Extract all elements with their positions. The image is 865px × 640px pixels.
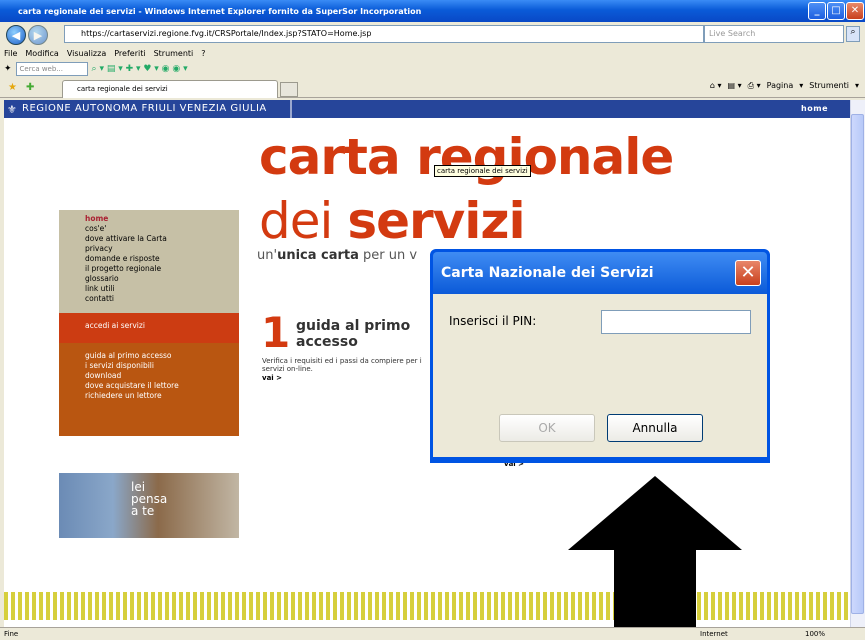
hero-title-dei: dei xyxy=(259,192,333,250)
menu-link-acquistare[interactable]: dove acquistare il lettore xyxy=(85,381,239,391)
menu-link-glossario[interactable]: glossario xyxy=(85,274,239,284)
favorites-star-icon[interactable]: ★ xyxy=(8,82,17,93)
menu-item-file[interactable]: File xyxy=(4,49,17,58)
menu-link-privacy[interactable]: privacy xyxy=(85,244,239,254)
command-bar: ⌂ ▾ ▤ ▾ ⎙ ▾ Pagina ▾ Strumenti ▾ xyxy=(709,81,859,91)
minimize-button[interactable]: _ xyxy=(808,2,826,20)
menu-link-contatti[interactable]: contatti xyxy=(85,294,239,304)
guide-description: Verifica i requisiti ed i passi da compi… xyxy=(262,357,422,373)
status-text: Fine xyxy=(4,630,19,638)
back-icon[interactable]: ◀ xyxy=(6,25,26,45)
pin-label: Inserisci il PIN: xyxy=(449,314,537,328)
live-search-input[interactable]: Live Search xyxy=(704,25,844,43)
close-button[interactable]: ✕ xyxy=(846,2,864,20)
address-bar[interactable]: https://cartaservizi.regione.fvg.it/CRSP… xyxy=(64,25,704,43)
maximize-button[interactable]: □ xyxy=(827,2,845,20)
menu-link-home[interactable]: home xyxy=(85,214,239,224)
web-search-input[interactable]: Cerca web... xyxy=(15,62,88,76)
hero-title-line1: carta regionale xyxy=(259,128,674,186)
menu-link-link-utili[interactable]: link utili xyxy=(85,284,239,294)
home-icon[interactable]: ⌂ ▾ xyxy=(710,81,722,91)
menu-link-guida[interactable]: guida al primo accesso xyxy=(85,351,239,361)
page-menu[interactable]: Pagina xyxy=(767,81,794,91)
subline-part-a: un' xyxy=(257,248,278,263)
info-menu: home cos'e' dove attivare la Carta priva… xyxy=(59,210,239,313)
add-favorites-icon[interactable]: ✚ xyxy=(26,82,34,93)
hero-subline: un'unica carta per un v xyxy=(257,248,417,263)
guide-title: guida al primo accesso xyxy=(296,318,411,350)
new-tab-button[interactable] xyxy=(280,82,298,97)
guide-vai-link[interactable]: vai > xyxy=(262,374,282,382)
menu-item-visualizza[interactable]: Visualizza xyxy=(67,49,106,58)
feeds-icon[interactable]: ▤ ▾ xyxy=(728,81,742,91)
dialog-titlebar: Carta Nazionale dei Servizi ✕ xyxy=(433,252,767,294)
zoom-level[interactable]: 100% xyxy=(805,628,825,640)
search-icon[interactable]: ⌕ xyxy=(846,26,860,42)
print-icon[interactable]: ⎙ ▾ xyxy=(748,81,761,91)
forward-icon[interactable]: ▶ xyxy=(28,25,48,45)
menu-item-preferiti[interactable]: Preferiti xyxy=(114,49,145,58)
window-title: carta regionale dei servizi - Windows In… xyxy=(0,0,865,22)
services-menu: guida al primo accesso i servizi disponi… xyxy=(59,343,239,436)
menu-link-progetto[interactable]: il progetto regionale xyxy=(85,264,239,274)
region-logo-icon: ⚜ xyxy=(7,103,18,116)
ok-button[interactable]: OK xyxy=(499,414,595,442)
menu-item-help[interactable]: ? xyxy=(201,49,205,58)
menu-item-modifica[interactable]: Modifica xyxy=(25,49,58,58)
menu-link-cose[interactable]: cos'e' xyxy=(85,224,239,234)
menu-link-servizi[interactable]: i servizi disponibili xyxy=(85,361,239,371)
cancel-button[interactable]: Annulla xyxy=(607,414,703,442)
dialog-close-button[interactable]: ✕ xyxy=(735,260,761,286)
dialog-body: Inserisci il PIN: OK Annulla xyxy=(433,294,767,457)
site-banner: ⚜ REGIONE AUTONOMA FRIULI VENEZIA GIULIA… xyxy=(4,100,850,118)
banner-divider xyxy=(290,100,292,118)
access-services-link[interactable]: accedi ai servizi xyxy=(59,313,239,343)
scrollbar-thumb[interactable] xyxy=(851,114,864,614)
menu-link-faq[interactable]: domande e risposte xyxy=(85,254,239,264)
subline-part-c: per un v xyxy=(358,248,418,263)
hero-title-line2: dei servizi xyxy=(259,192,526,250)
pin-input[interactable] xyxy=(601,310,751,334)
toolbar-logo-icon: ✦ xyxy=(4,64,12,74)
menu-link-download[interactable]: download xyxy=(85,371,239,381)
pin-dialog: Carta Nazionale dei Servizi ✕ Inserisci … xyxy=(430,249,770,463)
tools-menu[interactable]: Strumenti xyxy=(809,81,849,91)
hero-title-servizi: servizi xyxy=(347,192,525,250)
search-toolbar: ✦ Cerca web... ⌕ ▾ ▤ ▾ ✚ ▾ ♥ ▾ ◉ ◉ ▾ xyxy=(0,60,865,78)
guide-number: 1 xyxy=(261,308,291,357)
menu-item-strumenti[interactable]: Strumenti xyxy=(154,49,194,58)
subline-part-b: unica carta xyxy=(277,248,359,263)
dialog-title: Carta Nazionale dei Servizi xyxy=(441,265,654,281)
banner-title: REGIONE AUTONOMA FRIULI VENEZIA GIULIA xyxy=(22,103,267,114)
menu-link-dove-attivare[interactable]: dove attivare la Carta xyxy=(85,234,239,244)
status-bar: Fine Internet 100% xyxy=(0,627,865,640)
promo-word-3: a te xyxy=(131,504,155,518)
browser-tab[interactable]: carta regionale dei servizi xyxy=(62,80,278,98)
menu-link-richiedere[interactable]: richiedere un lettore xyxy=(85,391,239,401)
menu-bar: File Modifica Visualizza Preferiti Strum… xyxy=(0,46,865,60)
title-tooltip: carta regionale dei servizi xyxy=(434,165,531,177)
banner-home-link[interactable]: home xyxy=(801,100,828,118)
promo-text: lei pensa a te xyxy=(131,481,167,517)
status-zone: Internet xyxy=(700,630,728,638)
promo-banner[interactable]: lei pensa a te xyxy=(59,473,239,538)
pointer-arrow-icon xyxy=(568,476,742,640)
toolbar-buttons-icon[interactable]: ⌕ ▾ ▤ ▾ ✚ ▾ ♥ ▾ ◉ ◉ ▾ xyxy=(92,64,188,74)
